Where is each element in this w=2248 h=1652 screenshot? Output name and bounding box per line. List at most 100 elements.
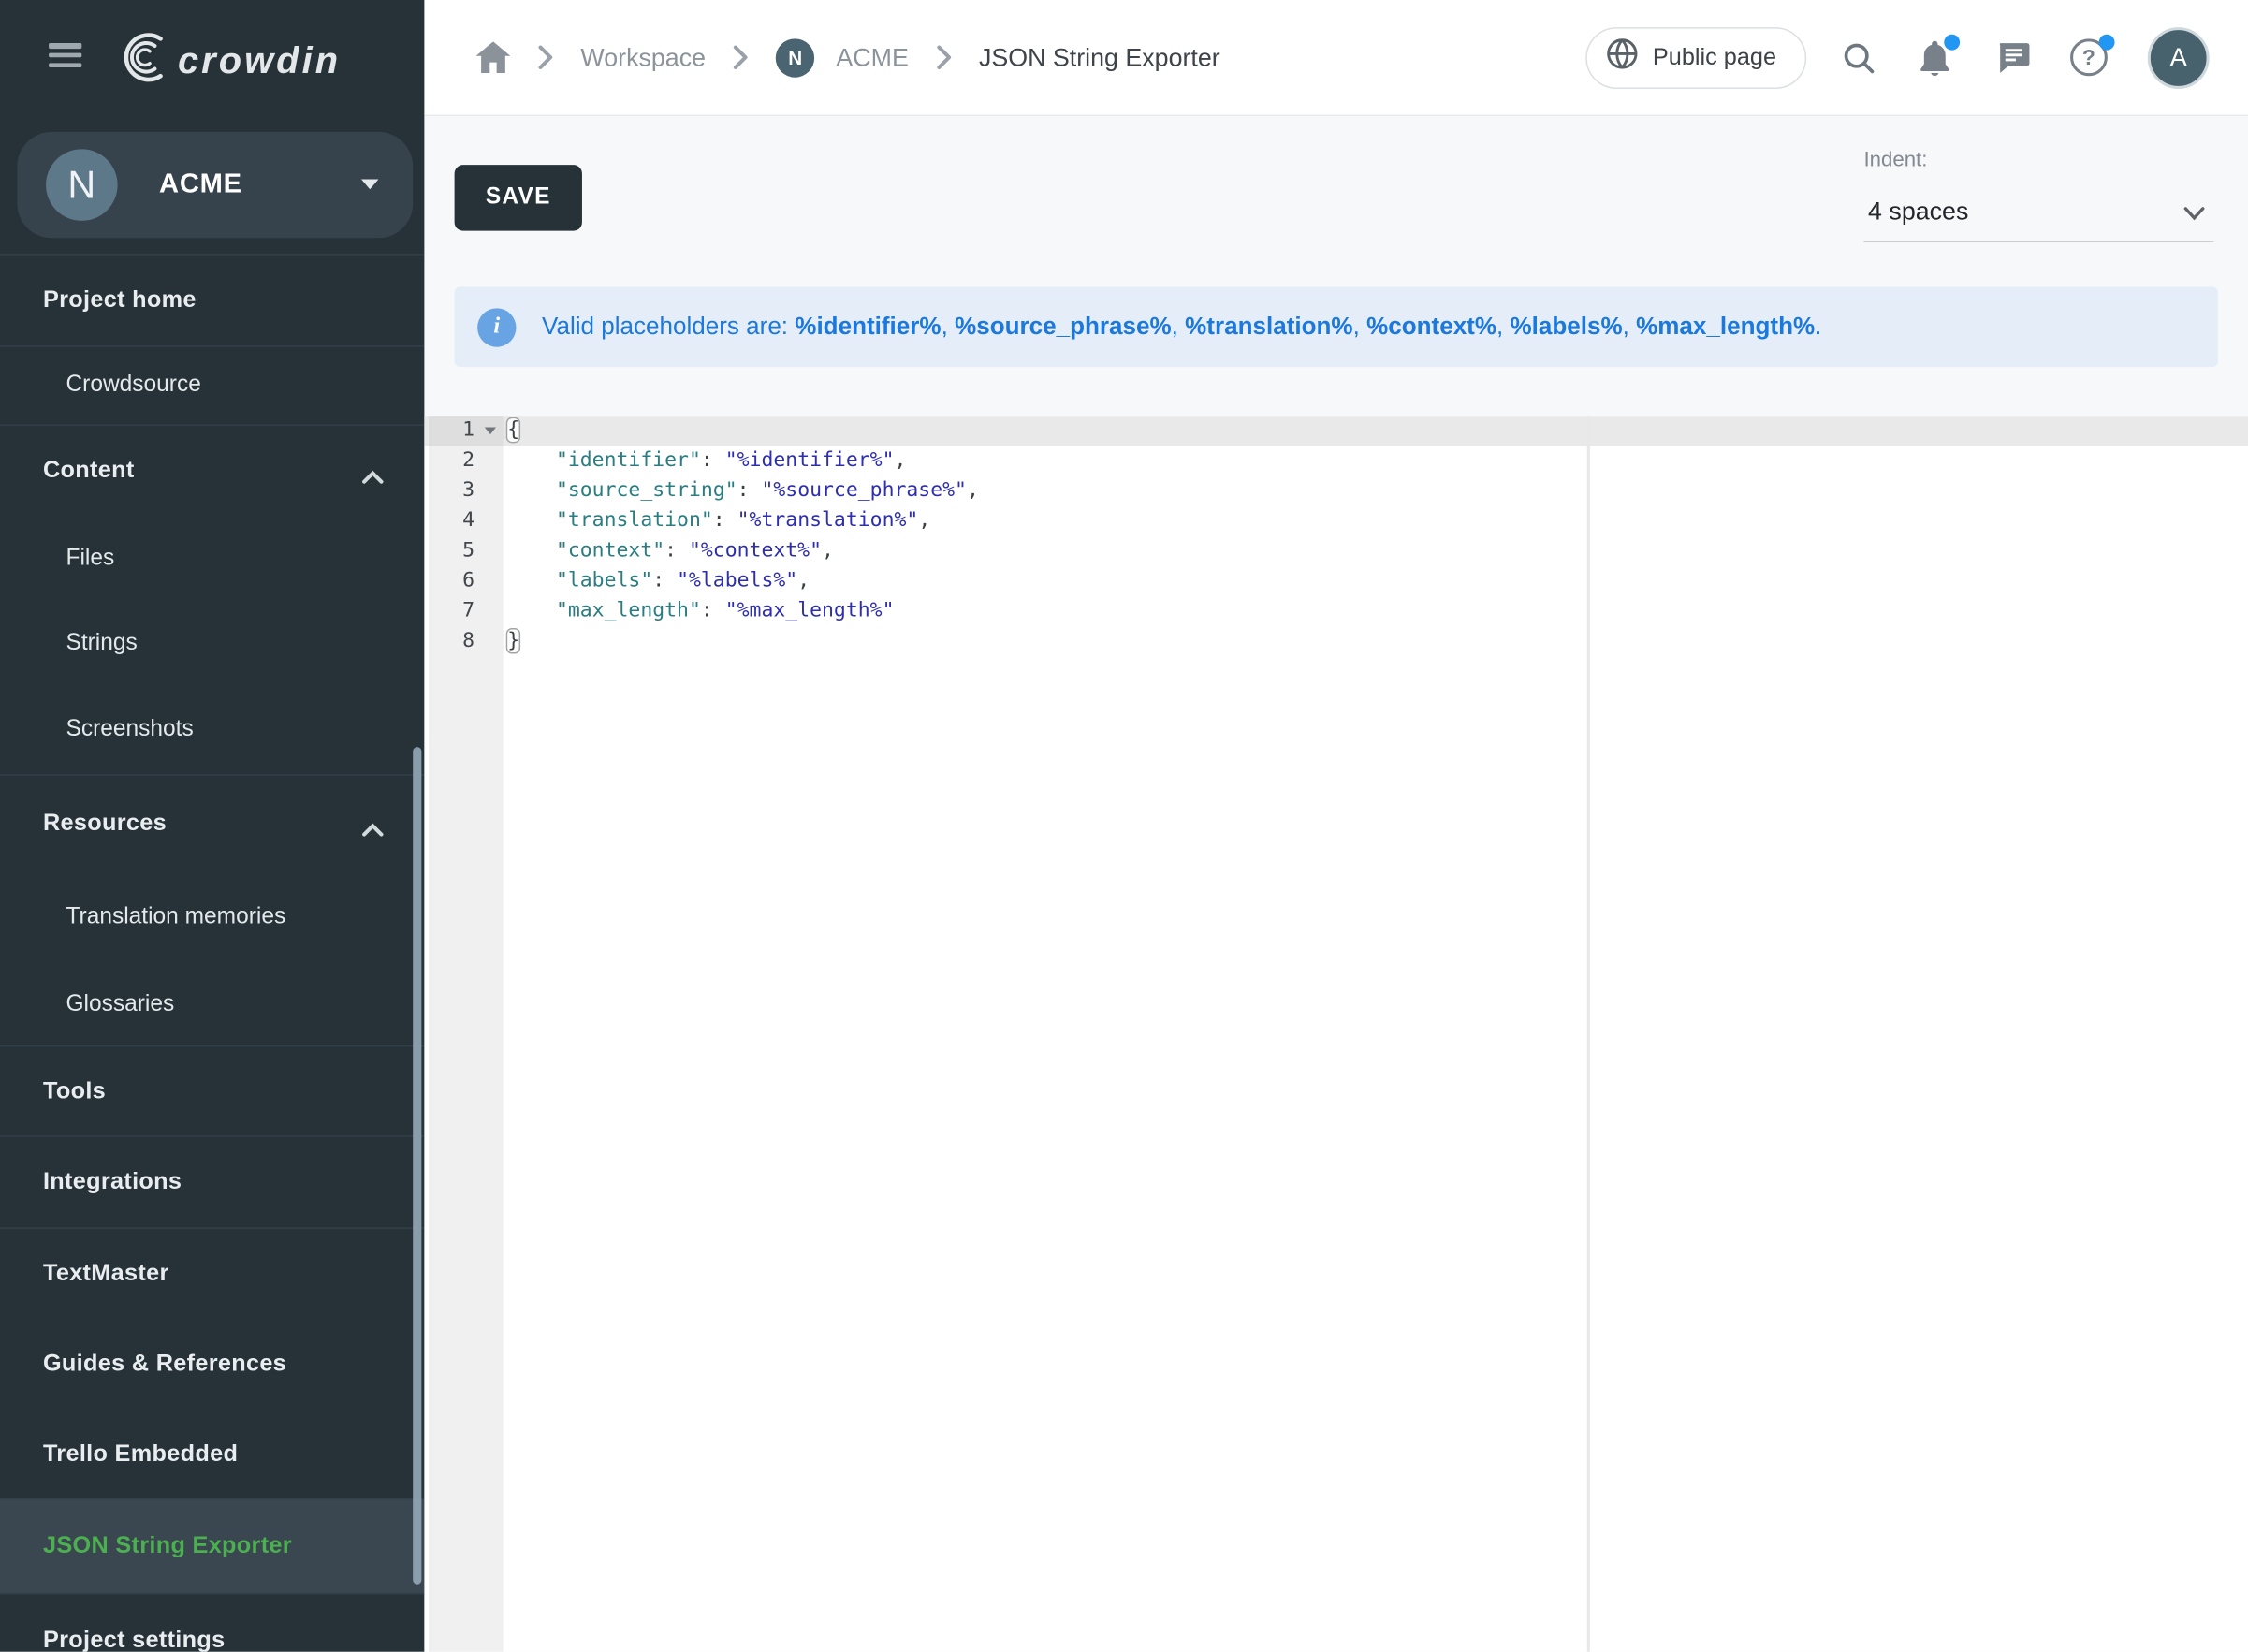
notification-dot <box>1944 34 1960 50</box>
breadcrumb-label: JSON String Exporter <box>979 42 1220 72</box>
sidebar-item-project-settings[interactable]: Project settings <box>0 1593 424 1652</box>
sidebar-item-label: Tools <box>43 1077 106 1104</box>
crowdin-logo-icon <box>111 29 171 94</box>
sidebar-item-tools[interactable]: Tools <box>0 1045 424 1136</box>
sidebar-item-trello-embedded[interactable]: Trello Embedded <box>0 1410 424 1498</box>
chevron-up-icon <box>361 816 385 843</box>
info-icon: i <box>477 308 516 346</box>
crowdin-logo[interactable]: crowdin <box>111 29 341 94</box>
gutter-line-number: 6 <box>429 566 504 596</box>
sidebar-item-label: JSON String Exporter <box>43 1533 292 1560</box>
sidebar-item-json-string-exporter[interactable]: JSON String Exporter <box>0 1498 424 1593</box>
public-page-button[interactable]: Public page <box>1585 26 1806 88</box>
breadcrumb-item-acme[interactable]: N ACME <box>776 38 909 77</box>
topbar: Workspace N ACME JSON String Exporter Publi… <box>424 0 2248 116</box>
sidebar-item-label: Strings <box>66 631 137 657</box>
messages-icon[interactable] <box>1995 39 2031 75</box>
sidebar-item-label: TextMaster <box>43 1261 169 1288</box>
gutter-line-number: 5 <box>429 536 504 566</box>
code-line[interactable]: "source_string": "%source_phrase%", <box>504 476 2248 506</box>
breadcrumb-item-workspace[interactable]: Workspace <box>580 42 706 72</box>
sidebar-item-label: Content <box>43 458 135 485</box>
crowdin-logo-text: crowdin <box>178 38 341 82</box>
sidebar-item-label: Translation memories <box>66 905 285 931</box>
help-icon[interactable]: ? <box>2070 38 2108 76</box>
sidebar-item-strings[interactable]: Strings <box>0 602 424 685</box>
user-avatar[interactable]: A <box>2148 26 2210 88</box>
sidebar-item-label: Project settings <box>43 1628 226 1652</box>
editor-code-area[interactable]: { "identifier": "%identifier%", "source_… <box>504 416 2248 656</box>
save-button[interactable]: SAVE <box>455 165 582 230</box>
breadcrumb-chevron-icon <box>537 44 553 70</box>
code-line[interactable]: "identifier": "%identifier%", <box>504 446 2248 475</box>
topbar-actions: Public page ? A <box>1585 26 2248 88</box>
sidebar-item-label: Integrations <box>43 1168 182 1195</box>
sidebar-item-integrations[interactable]: Integrations <box>0 1135 424 1227</box>
breadcrumb-item-json-string-exporter: JSON String Exporter <box>979 42 1220 72</box>
sidebar-item-resources[interactable]: Resources <box>0 774 424 871</box>
breadcrumb-chevron-icon <box>733 44 749 70</box>
sidebar-item-screenshots[interactable]: Screenshots <box>0 685 424 774</box>
globe-icon <box>1605 37 1638 78</box>
code-line[interactable]: } <box>504 626 2248 656</box>
indent-select[interactable]: 4 spaces <box>1863 181 2213 242</box>
gutter-line-number: 3 <box>429 476 504 506</box>
gutter-line-number: 8 <box>429 626 504 656</box>
sidebar-scrollbar[interactable] <box>412 747 421 1585</box>
sidebar: crowdin N ACME Project home Crowdsource Co… <box>0 0 424 1652</box>
breadcrumb: Workspace N ACME JSON String Exporter <box>476 38 1220 77</box>
workspace-selector[interactable]: N ACME <box>17 132 413 238</box>
indent-label: Indent: <box>1863 149 2213 172</box>
code-line[interactable]: "labels": "%labels%", <box>504 566 2248 596</box>
code-line[interactable]: "max_length": "%max_length%" <box>504 596 2248 626</box>
sidebar-item-label: Crowdsource <box>66 373 200 399</box>
breadcrumb-chevron-icon <box>936 44 952 70</box>
info-banner: i Valid placeholders are: %identifier%, … <box>455 286 2218 367</box>
gutter-line-number: 7 <box>429 596 504 626</box>
code-line[interactable]: "context": "%context%", <box>504 536 2248 566</box>
sidebar-header: crowdin <box>0 0 424 115</box>
app-window: crowdin N ACME Project home Crowdsource Co… <box>0 0 2248 1652</box>
main-content: SAVE Indent: 4 spaces i Valid placeholde… <box>424 116 2248 1652</box>
sidebar-item-label: Resources <box>43 811 167 838</box>
code-line[interactable]: { <box>504 416 2248 446</box>
search-icon[interactable] <box>1841 39 1876 75</box>
sidebar-item-label: Trello Embedded <box>43 1440 238 1468</box>
indent-control: Indent: 4 spaces <box>1863 149 2213 242</box>
breadcrumb-label: Workspace <box>580 42 706 72</box>
public-page-label: Public page <box>1653 44 1776 71</box>
sidebar-item-project-home[interactable]: Project home <box>0 254 424 345</box>
sidebar-item-label: Glossaries <box>66 991 174 1017</box>
sidebar-nav: Project home Crowdsource Content Files Strin… <box>0 254 424 1652</box>
gutter-line-number: 4 <box>429 506 504 536</box>
code-editor[interactable]: 12345678 { "identifier": "%identifier%",… <box>424 416 2248 1651</box>
editor-gutter: 12345678 <box>429 416 504 1651</box>
sidebar-item-label: Screenshots <box>66 717 193 743</box>
home-icon[interactable] <box>476 41 511 73</box>
gutter-line-number: 1 <box>429 416 504 446</box>
gutter-line-number: 2 <box>429 446 504 475</box>
info-banner-text: Valid placeholders are: %identifier%, %s… <box>542 313 1821 342</box>
workspace-name: ACME <box>159 132 242 238</box>
sidebar-item-files[interactable]: Files <box>0 516 424 602</box>
sidebar-item-guides-references[interactable]: Guides & References <box>0 1319 424 1410</box>
sidebar-item-label: Files <box>66 547 114 573</box>
breadcrumb-label: ACME <box>836 42 908 72</box>
sidebar-item-glossaries[interactable]: Glossaries <box>0 963 424 1045</box>
workspace-avatar: N <box>46 149 118 221</box>
chevron-up-icon <box>361 464 385 491</box>
code-line[interactable]: "translation": "%translation%", <box>504 506 2248 536</box>
fold-caret-icon[interactable] <box>485 428 496 435</box>
hamburger-menu-icon[interactable] <box>49 43 81 69</box>
notifications-bell-icon[interactable] <box>1917 38 1952 77</box>
sidebar-item-crowdsource[interactable]: Crowdsource <box>0 345 424 424</box>
sidebar-item-content[interactable]: Content <box>0 424 424 516</box>
sidebar-item-label: Guides & References <box>43 1351 286 1378</box>
sidebar-item-label: Project home <box>43 286 197 314</box>
sidebar-item-translation-memories[interactable]: Translation memories <box>0 871 424 963</box>
project-badge: N <box>776 38 814 77</box>
sidebar-item-textmaster[interactable]: TextMaster <box>0 1227 424 1319</box>
help-notification-dot <box>2099 35 2115 51</box>
indent-selected-value: 4 spaces <box>1863 196 1968 226</box>
chevron-down-icon <box>2183 202 2205 228</box>
